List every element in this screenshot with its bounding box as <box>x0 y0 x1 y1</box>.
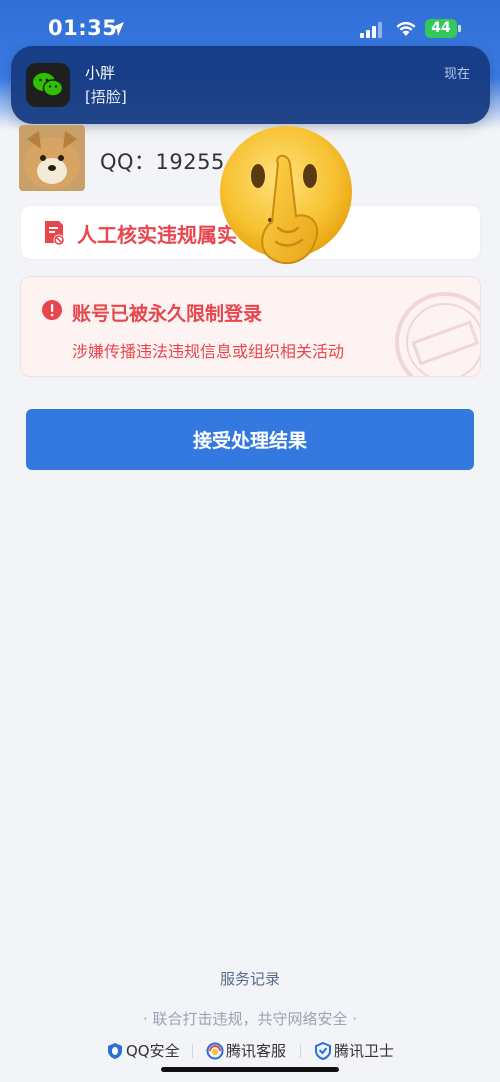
warning-stamp-icon <box>395 292 480 376</box>
footer-link-qq-security[interactable]: QQ安全 <box>106 1040 186 1062</box>
footer-link-tencent-guard[interactable]: 腾讯卫士 <box>314 1040 404 1062</box>
notification-sender: 小胖 <box>85 64 116 82</box>
restriction-description: 涉嫌传播违法违规信息或组织相关活动 <box>72 342 345 361</box>
wechat-notification[interactable]: 小胖 [捂脸] 现在 <box>11 46 490 124</box>
footer-link-label: 腾讯客服 <box>226 1042 287 1060</box>
alert-circle-icon <box>42 300 62 320</box>
document-ban-icon <box>45 221 65 246</box>
footer-link-label: QQ安全 <box>126 1042 180 1060</box>
footer-link-customer-service[interactable]: 腾讯客服 <box>206 1040 296 1062</box>
violation-text: 人工核实违规属实 <box>77 223 237 247</box>
qq-shield-icon <box>108 1043 122 1059</box>
footer-links: QQ安全 腾讯客服 腾讯卫士 <box>0 1040 500 1062</box>
accept-result-button[interactable]: 接受处理结果 <box>26 409 474 470</box>
qq-account-id: QQ：19255 <box>100 150 225 174</box>
notification-message: [捂脸] <box>85 88 127 106</box>
footer-divider <box>192 1044 193 1058</box>
footer-link-label: 腾讯卫士 <box>334 1042 395 1060</box>
wechat-icon <box>26 63 70 107</box>
footer-slogan: · 联合打击违规，共守网络安全 · <box>142 1010 358 1028</box>
home-indicator[interactable] <box>161 1067 339 1072</box>
wifi-icon <box>396 21 416 36</box>
restriction-title: 账号已被永久限制登录 <box>72 303 263 325</box>
shushing-face-emoji <box>220 126 352 265</box>
location-arrow-icon <box>110 22 124 36</box>
battery-indicator: 44 <box>425 19 461 38</box>
service-record-link[interactable]: 服务记录 <box>0 968 500 989</box>
notification-time: 现在 <box>443 67 470 82</box>
status-time: 01:35 <box>48 16 118 40</box>
avatar <box>19 125 85 191</box>
cellular-signal-icon <box>360 22 382 38</box>
customer-service-icon <box>206 1042 224 1060</box>
account-restriction-card: 账号已被永久限制登录 涉嫌传播违法违规信息或组织相关活动 <box>20 276 481 377</box>
shield-guard-icon <box>315 1042 331 1060</box>
footer-divider <box>300 1044 301 1058</box>
